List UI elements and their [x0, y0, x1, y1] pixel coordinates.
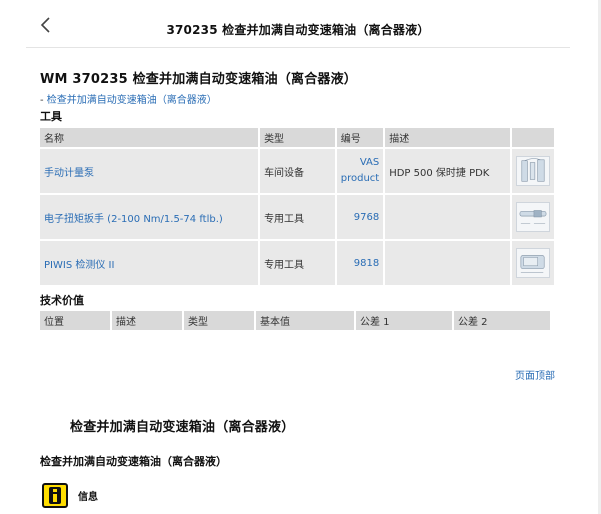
- tool-description: HDP 500 保时捷 PDK: [385, 149, 510, 193]
- back-to-top-link[interactable]: 页面顶部: [515, 367, 555, 382]
- torque-wrench-image-icon: [519, 210, 547, 224]
- tool-thumbnail[interactable]: [515, 202, 550, 232]
- section-heading: 检查并加满自动变速箱油（离合器液）: [40, 455, 227, 468]
- tool-thumbnail[interactable]: [515, 156, 550, 186]
- section-title: 检查并加满自动变速箱油（离合器液）: [70, 420, 295, 435]
- top-bar: 370235 检查并加满自动变速箱油（离合器液）: [26, 0, 570, 48]
- column-header: 类型: [184, 311, 254, 330]
- tool-type: 专用工具: [260, 241, 335, 285]
- tech-values-header-row: 位置 描述 类型 基本值 公差 1 公差 2: [40, 311, 550, 330]
- tool-number-link[interactable]: 9768: [336, 195, 384, 239]
- page-header-title: 370235 检查并加满自动变速箱油（离合器液）: [166, 23, 430, 37]
- tech-values-label: 技术价值: [40, 294, 84, 307]
- column-header: 名称: [40, 128, 259, 147]
- tools-header-row: 名称 类型 编号 描述: [40, 128, 554, 147]
- tech-values-table: 位置 描述 类型 基本值 公差 1 公差 2: [38, 309, 552, 332]
- column-header: 位置: [40, 311, 110, 330]
- breadcrumb-link[interactable]: 检查并加满自动变速箱油（离合器液）: [47, 95, 217, 106]
- pump-image-icon: [521, 158, 545, 182]
- column-header: 描述: [112, 311, 182, 330]
- info-label: 信息: [78, 492, 98, 503]
- tool-number-link[interactable]: 9818: [336, 241, 384, 285]
- tool-image-cell: [511, 149, 554, 193]
- document-title: WM 370235 检查并加满自动变速箱油（离合器液）: [40, 72, 358, 87]
- column-header: [511, 128, 554, 147]
- table-row: 手动计量泵 车间设备 VAS product HDP 500 保时捷 PDK: [40, 149, 554, 193]
- table-row: 电子扭矩扳手 (2-100 Nm/1.5-74 ftlb.) 专用工具 9768: [40, 195, 554, 239]
- tool-name-link[interactable]: PIWIS 检测仪 II: [40, 241, 259, 285]
- column-header: 公差 2: [454, 311, 550, 330]
- tool-image-cell: [511, 195, 554, 239]
- breadcrumb: - 检查并加满自动变速箱油（离合器液）: [40, 91, 217, 106]
- column-header: 类型: [260, 128, 335, 147]
- column-header: 公差 1: [356, 311, 452, 330]
- tool-name-link[interactable]: 手动计量泵: [40, 149, 259, 193]
- tester-device-image-icon: [520, 255, 545, 273]
- tool-type: 车间设备: [260, 149, 335, 193]
- tool-description: [385, 195, 510, 239]
- tool-description: [385, 241, 510, 285]
- column-header: 编号: [336, 128, 384, 147]
- tools-table: 名称 类型 编号 描述 手动计量泵 车间设备 VAS product HDP 5…: [38, 126, 556, 287]
- tool-thumbnail[interactable]: [515, 248, 550, 278]
- tool-type: 专用工具: [260, 195, 335, 239]
- tool-image-cell: [511, 241, 554, 285]
- breadcrumb-dash: -: [40, 95, 44, 106]
- info-icon: [42, 483, 68, 508]
- tool-number-link[interactable]: VAS product: [336, 149, 384, 193]
- tool-name-link[interactable]: 电子扭矩扳手 (2-100 Nm/1.5-74 ftlb.): [40, 195, 259, 239]
- column-header: 描述: [385, 128, 510, 147]
- tools-label: 工具: [40, 110, 62, 123]
- table-row: PIWIS 检测仪 II 专用工具 9818: [40, 241, 554, 285]
- column-header: 基本值: [256, 311, 354, 330]
